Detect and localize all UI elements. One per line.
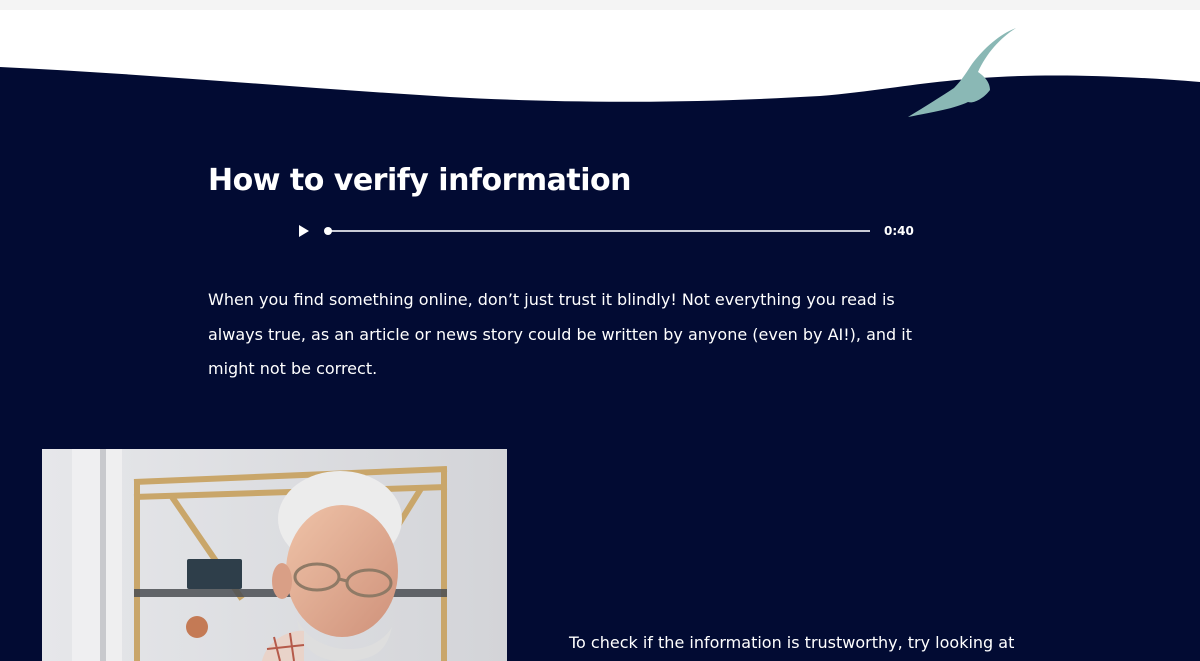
page-title: How to verify information: [208, 163, 632, 198]
audio-duration: 0:40: [884, 224, 914, 238]
audio-progress-knob[interactable]: [324, 227, 332, 235]
audio-player: 0:40: [296, 220, 926, 242]
intro-paragraph: When you find something online, don’t ju…: [208, 283, 998, 387]
second-paragraph: To check if the information is trustwort…: [569, 633, 1015, 652]
play-icon[interactable]: [296, 224, 310, 238]
intro-line: always true, as an article or news story…: [208, 324, 912, 344]
main-content: How to verify information 0:40 When you …: [0, 0, 1200, 661]
elderly-man-reading-photo: [42, 449, 507, 661]
audio-progress-track[interactable]: [326, 230, 870, 232]
intro-line: might not be correct.: [208, 359, 378, 378]
intro-line: When you find something online, don’t ju…: [208, 290, 895, 309]
